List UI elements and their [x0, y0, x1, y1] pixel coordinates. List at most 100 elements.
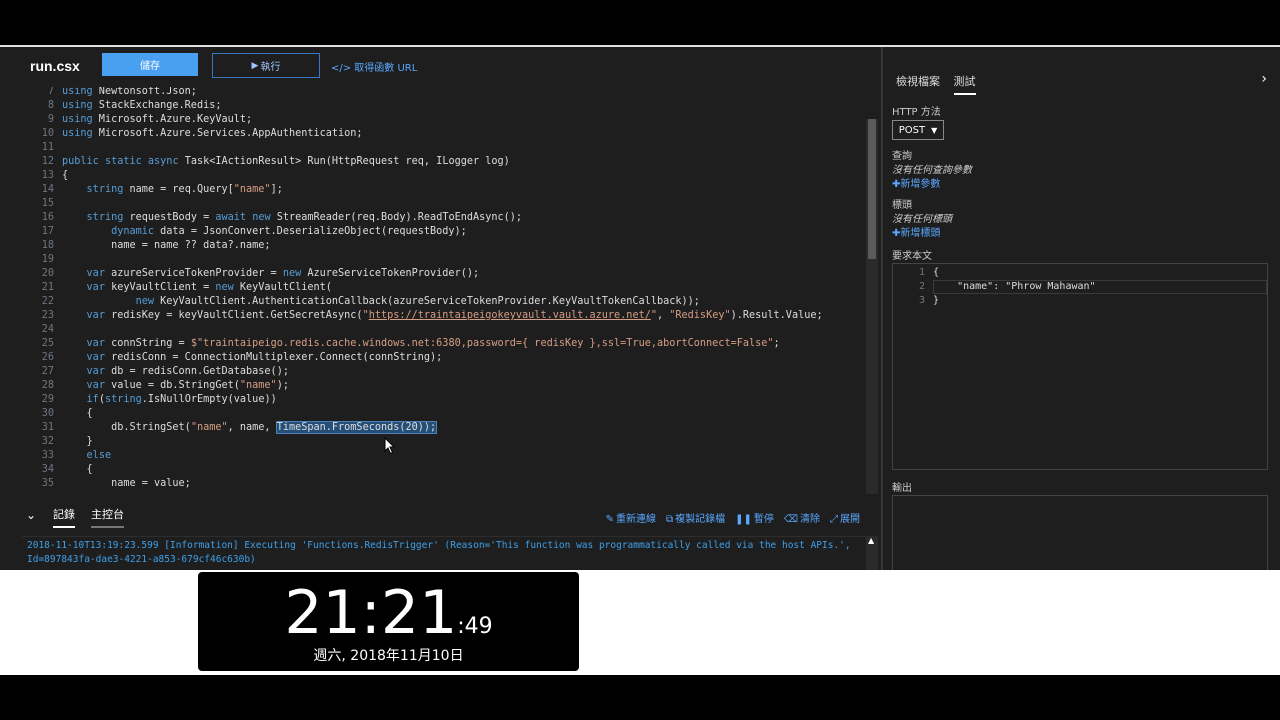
- code-line[interactable]: 30 {: [22, 407, 866, 421]
- code-line[interactable]: 14 string name = req.Query["name"];: [22, 183, 866, 197]
- add-header-link[interactable]: ✚新增標頭: [892, 224, 940, 239]
- collapse-chevron-icon[interactable]: ⌄: [26, 508, 36, 522]
- line-number: 12: [41, 156, 54, 167]
- log-action-label: 展開: [840, 514, 860, 525]
- code-line[interactable]: 31 db.StringSet("name", name, TimeSpan.F…: [22, 421, 866, 435]
- code-line[interactable]: 26 var redisConn = ConnectionMultiplexer…: [22, 351, 866, 365]
- code-line[interactable]: 19: [22, 253, 866, 267]
- code-line[interactable]: 15: [22, 197, 866, 211]
- code-text: {: [62, 408, 93, 419]
- code-line[interactable]: 35 name = value;: [22, 477, 866, 491]
- log-action-label: 複製記錄檔: [675, 514, 726, 525]
- line-number: 15: [41, 198, 54, 209]
- log-actions: ✎ 重新連線 ⧉ 複製記錄檔 ❚❚ 暫停 ⌫ 清除 ⤢ 展開: [606, 510, 860, 525]
- tab-test[interactable]: 測試: [953, 73, 976, 95]
- run-button[interactable]: ▶ 執行: [212, 53, 320, 78]
- get-function-url-link[interactable]: </> 取得函數 URL: [331, 59, 417, 74]
- tab-logs[interactable]: 記錄: [53, 506, 75, 528]
- headers-label: 標頭: [892, 200, 912, 211]
- line-number: 1: [918, 267, 925, 278]
- output-label: 輸出: [892, 483, 912, 494]
- line-number: 27: [41, 366, 54, 377]
- add-param-link[interactable]: ✚新增參數: [892, 175, 940, 190]
- scroll-up-icon[interactable]: ▲: [868, 536, 874, 545]
- log-action-clear[interactable]: ⌫ 清除: [784, 510, 820, 525]
- code-text: using Microsoft.Azure.KeyVault;: [62, 114, 253, 125]
- code-line[interactable]: 18 name = name ?? data?.name;: [22, 239, 866, 253]
- editor-scrollbar[interactable]: [866, 119, 878, 494]
- log-action-pause[interactable]: ❚❚ 暫停: [735, 510, 774, 525]
- body-line[interactable]: 3}: [893, 294, 1265, 308]
- code-text: name = value;: [62, 478, 191, 489]
- code-line[interactable]: 11: [22, 141, 866, 155]
- code-line[interactable]: 32 }: [22, 435, 866, 449]
- code-editor-pane: run.csx 儲存 ▶ 執行 </> 取得函數 URL 7 using Newt…: [0, 47, 882, 570]
- test-side-pane: 檢視檔案 測試 › HTTP 方法 POST ▼ 查詢 沒有任何查詢參數 ✚新增…: [882, 47, 1280, 571]
- editor-scrollbar-thumb[interactable]: [868, 119, 876, 259]
- headers-empty-text: 沒有任何標頭: [892, 214, 952, 225]
- code-text: var db = redisConn.GetDatabase();: [86, 366, 289, 377]
- editor-toolbar: run.csx 儲存 ▶ 執行 </> 取得函數 URL: [0, 47, 881, 85]
- code-line[interactable]: 27 var db = redisConn.GetDatabase();: [22, 365, 866, 379]
- code-line[interactable]: 21 var keyVaultClient = new KeyVaultClie…: [22, 281, 866, 295]
- line-number: 3: [918, 295, 925, 306]
- line-number: 13: [41, 170, 54, 181]
- code-area[interactable]: 7 using Newtonsoft.Json; 8 using StackExcha…: [22, 87, 866, 494]
- line-number: 31: [41, 422, 54, 433]
- save-button[interactable]: 儲存: [102, 53, 198, 76]
- log-output[interactable]: 2018-11-10T13:19:23.599 [Information] Ex…: [22, 536, 866, 570]
- request-body-editor[interactable]: 1{2 "name": "Phrow Mahawan" 3}: [892, 263, 1268, 470]
- code-line[interactable]: 13 {: [22, 169, 866, 183]
- code-line[interactable]: 17 dynamic data = JsonConvert.Deserializ…: [22, 225, 866, 239]
- copy-icon: ⧉: [665, 514, 674, 525]
- desktop-background: [0, 570, 1280, 675]
- line-number: 21: [41, 282, 54, 293]
- code-text: using Microsoft.Azure.Services.AppAuthen…: [62, 128, 363, 139]
- code-line[interactable]: 9 using Microsoft.Azure.KeyVault;: [22, 113, 866, 127]
- code-line[interactable]: 8 using StackExchange.Redis;: [22, 99, 866, 113]
- code-text: var connString = $"traintaipeigo.redis.c…: [86, 338, 780, 349]
- code-line[interactable]: 16 string requestBody = await new Stream…: [22, 211, 866, 225]
- clock-widget: 21:21:49 週六, 2018年11月10日: [198, 572, 579, 671]
- body-line[interactable]: 1{: [893, 266, 1265, 280]
- clock-seconds: :49: [457, 614, 493, 639]
- code-line[interactable]: 33 else: [22, 449, 866, 463]
- code-line[interactable]: 22 new KeyVaultClient.AuthenticationCall…: [22, 295, 866, 309]
- code-line[interactable]: 23 var redisKey = keyVaultClient.GetSecr…: [22, 309, 866, 323]
- code-text: using Newtonsoft.Json;: [62, 87, 197, 97]
- code-line[interactable]: 7 using Newtonsoft.Json;: [22, 87, 866, 99]
- request-body-label: 要求本文: [892, 251, 932, 262]
- tab-console[interactable]: 主控台: [91, 506, 124, 528]
- code-text: else: [86, 450, 112, 461]
- log-action-expand[interactable]: ⤢ 展開: [830, 510, 860, 525]
- body-text: }: [933, 295, 940, 306]
- line-number: 28: [41, 380, 54, 391]
- code-text: var keyVaultClient = new KeyVaultClient(: [86, 282, 332, 293]
- code-line[interactable]: 20 var azureServiceTokenProvider = new A…: [22, 267, 866, 281]
- log-panel-header: ⌄ 記錄 主控台 ✎ 重新連線 ⧉ 複製記錄檔 ❚❚ 暫停 ⌫ 清除 ⤢ 展開: [22, 502, 866, 530]
- log-scrollbar[interactable]: ▲: [866, 536, 878, 570]
- code-line[interactable]: 28 var value = db.StringGet("name");: [22, 379, 866, 393]
- code-text: var azureServiceTokenProvider = new Azur…: [86, 268, 480, 279]
- log-action-refresh[interactable]: ✎ 重新連線: [606, 510, 656, 525]
- play-icon: ▶: [251, 60, 259, 71]
- body-line[interactable]: 2 "name": "Phrow Mahawan": [893, 280, 1265, 294]
- code-line[interactable]: 29 if(string.IsNullOrEmpty(value)): [22, 393, 866, 407]
- expand-icon: ⤢: [830, 514, 838, 525]
- dropdown-arrow-icon: ▼: [931, 125, 938, 135]
- code-line[interactable]: 25 var connString = $"traintaipeigo.redi…: [22, 337, 866, 351]
- code-line[interactable]: 24: [22, 323, 866, 337]
- tab-view-files[interactable]: 檢視檔案: [896, 73, 940, 93]
- line-number: 2: [918, 281, 925, 292]
- code-text: string requestBody = await new StreamRea…: [86, 212, 523, 223]
- code-line[interactable]: 12 public static async Task<IActionResult…: [22, 155, 866, 169]
- code-line[interactable]: 34 {: [22, 463, 866, 477]
- body-text: {: [933, 267, 940, 278]
- code-line[interactable]: 10 using Microsoft.Azure.Services.AppAuth…: [22, 127, 866, 141]
- collapse-pane-icon[interactable]: ›: [1261, 71, 1267, 87]
- log-action-copy[interactable]: ⧉ 複製記錄檔: [666, 510, 725, 525]
- code-text: using StackExchange.Redis;: [62, 100, 222, 111]
- line-number: 29: [41, 394, 54, 405]
- http-method-select[interactable]: POST ▼: [892, 120, 944, 140]
- line-number: 17: [41, 226, 54, 237]
